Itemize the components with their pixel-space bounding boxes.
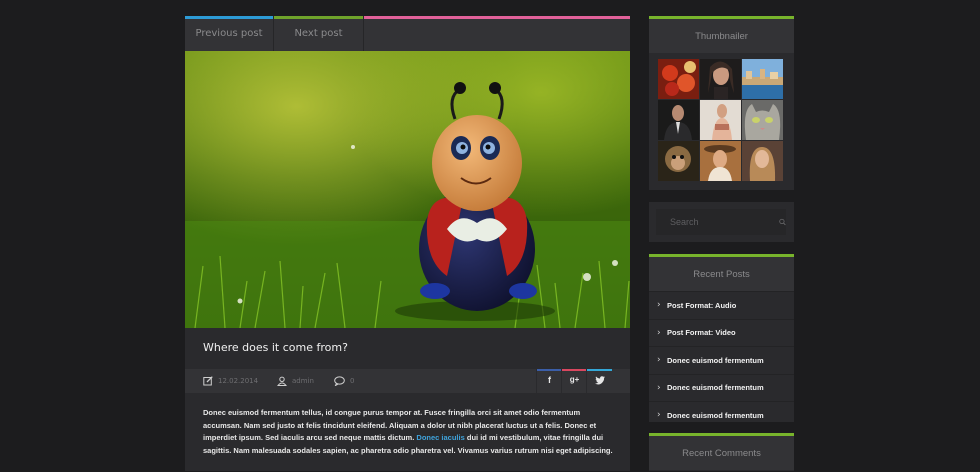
recent-post-label: Post Format: Audio <box>667 300 737 310</box>
thumbnail-woman-portrait[interactable] <box>700 59 741 99</box>
google-plus-accent <box>562 369 587 371</box>
thumbnail-woman-blonde[interactable] <box>742 141 783 181</box>
recent-post-item[interactable]: › Post Format: Audio <box>649 291 794 319</box>
recent-comments-widget: Recent Comments <box>649 433 794 471</box>
search-icon[interactable] <box>779 216 786 228</box>
post-title[interactable]: Where does it come from? <box>203 341 348 354</box>
post-meta-bar: 12.02.2014 admin 0 f g+ <box>185 369 630 393</box>
twitter-accent <box>587 369 612 371</box>
recent-post-item[interactable]: › Donec euismod fermentum <box>649 346 794 374</box>
comment-icon <box>334 376 345 386</box>
next-post-link[interactable]: Next post <box>274 16 364 51</box>
post-comments-count: 0 <box>350 377 355 385</box>
rest-accent-bar <box>364 16 630 19</box>
featured-image <box>185 51 630 328</box>
post-author-text: admin <box>292 377 314 385</box>
thumbnailer-widget: Thumbnailer <box>649 16 794 190</box>
post-body: Donec euismod fermentum tellus, id congu… <box>203 407 613 457</box>
share-twitter-button[interactable] <box>586 369 612 393</box>
share-google-plus-button[interactable]: g+ <box>561 369 587 393</box>
google-plus-icon: g+ <box>569 375 580 384</box>
thumbnail-woman-fashion[interactable] <box>700 100 741 140</box>
thumbnail-monkey[interactable] <box>658 141 699 181</box>
facebook-accent <box>537 369 562 371</box>
recent-post-label: Donec euismod fermentum <box>667 383 764 393</box>
thumbnail-grid <box>658 59 785 182</box>
recent-posts-widget: Recent Posts › Post Format: Audio › Post… <box>649 254 794 422</box>
post-body-link[interactable]: Donec iaculis <box>416 433 464 442</box>
post-date-text: 12.02.2014 <box>218 377 259 385</box>
post-article: Previous post Next post Where does it co… <box>185 16 630 471</box>
search-input[interactable] <box>668 216 767 228</box>
thumbnail-woman-hat[interactable] <box>700 141 741 181</box>
share-facebook-button[interactable]: f <box>536 369 562 393</box>
previous-post-link[interactable]: Previous post <box>185 16 274 51</box>
thumbnail-harbor-town[interactable] <box>742 59 783 99</box>
post-comments[interactable]: 0 <box>334 369 354 393</box>
post-navigation: Previous post Next post <box>185 16 630 51</box>
twitter-icon <box>587 375 612 387</box>
search-box <box>656 209 786 235</box>
thumbnail-man-in-suit[interactable] <box>658 100 699 140</box>
recent-posts-title: Recent Posts <box>649 254 794 291</box>
chevron-right-icon: › <box>657 382 661 393</box>
recent-post-item[interactable]: › Donec euismod fermentum <box>649 373 794 402</box>
chevron-right-icon: › <box>657 300 661 311</box>
facebook-icon: f <box>548 375 551 385</box>
recent-post-item[interactable]: › Donec euismod fermentum <box>649 401 794 429</box>
recent-comments-title: Recent Comments <box>649 433 794 470</box>
recent-post-label: Donec euismod fermentum <box>667 410 764 420</box>
chevron-right-icon: › <box>657 410 661 421</box>
user-icon <box>277 376 287 386</box>
recent-post-item[interactable]: › Post Format: Video <box>649 318 794 347</box>
edit-icon <box>203 376 213 386</box>
search-widget <box>649 202 794 242</box>
recent-post-label: Donec euismod fermentum <box>667 355 764 365</box>
post-author[interactable]: admin <box>277 369 314 393</box>
thumbnail-cat-face[interactable] <box>742 100 783 140</box>
thumbnail-strawberries[interactable] <box>658 59 699 99</box>
ladybug-toy-photo <box>185 51 630 328</box>
recent-post-label: Post Format: Video <box>667 328 736 338</box>
chevron-right-icon: › <box>657 355 661 366</box>
post-title-row: Where does it come from? <box>185 328 630 368</box>
thumbnailer-title: Thumbnailer <box>649 16 794 53</box>
post-date: 12.02.2014 <box>203 369 258 393</box>
chevron-right-icon: › <box>657 327 661 338</box>
